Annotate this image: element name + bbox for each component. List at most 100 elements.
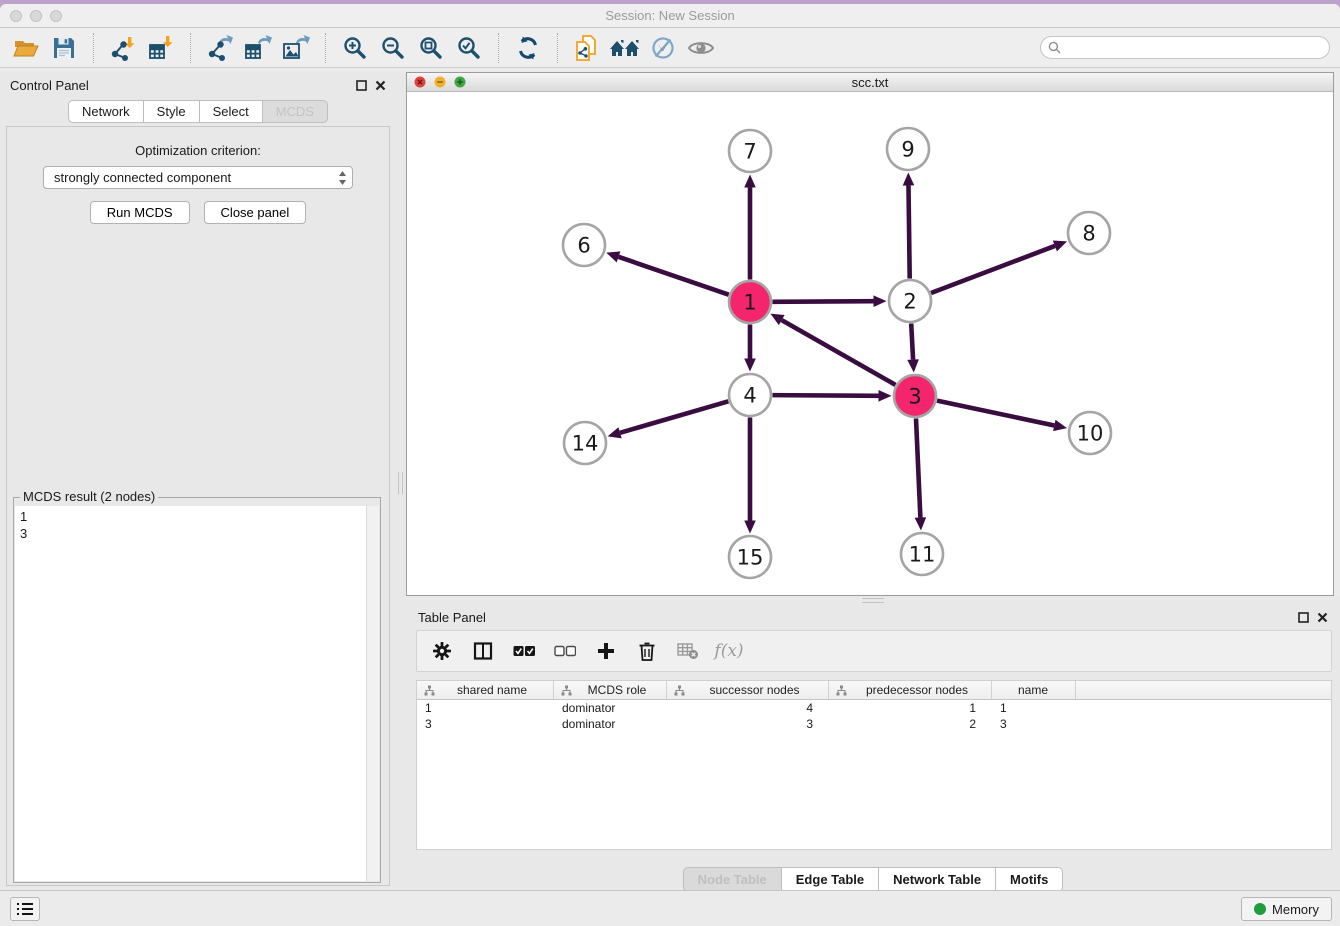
hierarchy-icon [674, 685, 685, 696]
cell-successor-nodes[interactable]: 3 [667, 716, 829, 732]
select-all-columns-button[interactable] [511, 638, 537, 664]
app-titlebar: Session: New Session [0, 4, 1340, 28]
graph-edge-3-10[interactable] [937, 401, 1054, 426]
control-panel-title: Control Panel [10, 78, 89, 93]
cell-predecessor-nodes[interactable]: 2 [829, 716, 992, 732]
close-panel-icon[interactable] [375, 80, 386, 91]
search-input[interactable] [1065, 41, 1322, 55]
search-field[interactable] [1040, 36, 1330, 59]
graph-node-label: 4 [743, 384, 756, 408]
export-table-button[interactable] [242, 32, 274, 64]
zoom-in-button[interactable] [339, 32, 371, 64]
column-header-predecessor-nodes[interactable]: predecessor nodes [829, 681, 992, 699]
column-header-successor-nodes[interactable]: successor nodes [667, 681, 829, 699]
cell-mcds-role[interactable]: dominator [554, 700, 667, 716]
network-window-titlebar: scc.txt [407, 73, 1333, 92]
result-scrollbar[interactable] [366, 506, 379, 881]
clone-network-button[interactable] [571, 32, 603, 64]
first-neighbors-icon [609, 36, 641, 60]
column-header-shared-name[interactable]: shared name [417, 681, 554, 699]
memory-label: Memory [1272, 902, 1319, 917]
tab-style[interactable]: Style [144, 100, 200, 123]
result-line: 3 [20, 525, 361, 542]
network-window-title: scc.txt [407, 75, 1333, 90]
table-row[interactable]: 1 dominator 4 1 1 [417, 700, 1331, 716]
close-panel-icon[interactable] [1317, 612, 1328, 623]
mcds-result-text[interactable]: 1 3 [15, 506, 366, 881]
refresh-button[interactable] [512, 32, 544, 64]
status-bar: Memory [0, 890, 1340, 926]
graph-edge-2-8[interactable] [931, 246, 1055, 293]
table-row[interactable]: 3 dominator 3 2 3 [417, 716, 1331, 732]
cell-successor-nodes[interactable]: 4 [667, 700, 829, 716]
show-columns-button[interactable] [470, 638, 496, 664]
function-builder-button[interactable]: f(x) [716, 638, 742, 664]
import-network-button[interactable] [107, 32, 139, 64]
import-table-button[interactable] [145, 32, 177, 64]
delete-table-button[interactable] [675, 638, 701, 664]
save-disk-icon [52, 36, 76, 60]
toolbar-separator [325, 33, 326, 63]
refresh-icon [515, 35, 541, 61]
cell-predecessor-nodes[interactable]: 1 [829, 700, 992, 716]
first-neighbors-button[interactable] [609, 32, 641, 64]
show-all-button[interactable] [685, 32, 717, 64]
zoom-fit-button[interactable] [415, 32, 447, 64]
tab-node-table[interactable]: Node Table [683, 867, 782, 892]
cell-name[interactable]: 1 [992, 700, 1076, 716]
cell-shared-name[interactable]: 1 [417, 700, 554, 716]
cell-mcds-role[interactable]: dominator [554, 716, 667, 732]
graph-edge-4-14[interactable] [620, 401, 728, 433]
tab-mcds[interactable]: MCDS [263, 100, 328, 123]
graph-edge-1-2[interactable] [772, 301, 873, 302]
close-panel-button[interactable]: Close panel [204, 201, 307, 224]
graph-edge-3-1[interactable] [782, 320, 896, 385]
task-history-button[interactable] [10, 897, 40, 921]
optimization-criterion-dropdown[interactable]: strongly connected component [43, 166, 353, 189]
tab-network[interactable]: Network [68, 100, 144, 123]
column-header-mcds-role[interactable]: MCDS role [554, 681, 667, 699]
zoom-out-button[interactable] [377, 32, 409, 64]
export-network-button[interactable] [204, 32, 236, 64]
float-panel-icon[interactable] [356, 80, 367, 91]
hierarchy-icon [424, 685, 435, 696]
graph-node-label: 14 [572, 432, 599, 456]
graph-edge-2-3[interactable] [911, 323, 913, 359]
table-tabs: Node Table Edge Table Network Table Moti… [406, 867, 1340, 892]
table-settings-button[interactable] [429, 638, 455, 664]
tab-select[interactable]: Select [200, 100, 263, 123]
tab-network-table[interactable]: Network Table [879, 867, 996, 892]
vertical-splitter[interactable] [396, 72, 406, 894]
export-table-icon [244, 35, 272, 61]
graph-edge-1-6[interactable] [619, 257, 729, 295]
checked-boxes-icon [513, 645, 535, 657]
toolbar-separator [93, 33, 94, 63]
horizontal-splitter[interactable] [406, 596, 1340, 606]
column-header-name[interactable]: name [992, 681, 1076, 699]
node-table: shared name MCDS role successor nodes pr… [416, 680, 1332, 850]
network-canvas[interactable]: 7968124314101511 [407, 93, 1333, 595]
graph-edge-3-11[interactable] [916, 418, 920, 517]
zoom-selected-button[interactable] [453, 32, 485, 64]
graph-edge-arrowhead [915, 517, 927, 530]
cell-name[interactable]: 3 [992, 716, 1076, 732]
graph-edge-4-3[interactable] [772, 395, 878, 396]
graph-edge-2-9[interactable] [908, 185, 909, 278]
tab-edge-table[interactable]: Edge Table [782, 867, 879, 892]
toolbar-separator [190, 33, 191, 63]
cell-shared-name[interactable]: 3 [417, 716, 554, 732]
tab-motifs[interactable]: Motifs [996, 867, 1063, 892]
graph-edge-arrowhead [907, 359, 919, 372]
graph-edge-arrowhead [1053, 420, 1067, 431]
import-network-icon [110, 35, 136, 61]
float-panel-icon[interactable] [1298, 612, 1309, 623]
run-mcds-button[interactable]: Run MCDS [90, 201, 190, 224]
unselect-all-columns-button[interactable] [552, 638, 578, 664]
create-column-button[interactable] [593, 638, 619, 664]
delete-columns-button[interactable] [634, 638, 660, 664]
save-session-button[interactable] [48, 32, 80, 64]
export-image-button[interactable] [280, 32, 312, 64]
open-session-button[interactable] [10, 32, 42, 64]
memory-button[interactable]: Memory [1241, 897, 1332, 921]
hide-selected-button[interactable] [647, 32, 679, 64]
